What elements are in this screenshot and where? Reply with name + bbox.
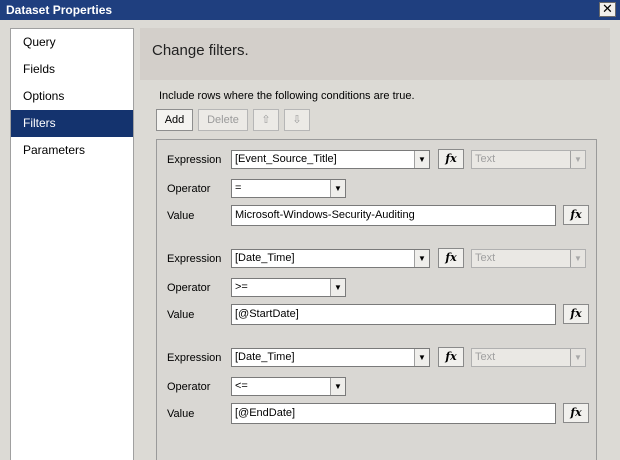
operator-label: Operator: [167, 282, 211, 294]
value-text: Microsoft-Windows-Security-Auditing: [235, 209, 415, 221]
filter-row-1: Expression [Event_Source_Title] ▼ fx Tex…: [157, 149, 598, 240]
chevron-down-icon: ▼: [570, 349, 585, 366]
type-dropdown[interactable]: Text ▼: [471, 249, 586, 268]
filter-row-3: Expression [Date_Time] ▼ fx Text ▼ Opera…: [157, 347, 598, 438]
expression-dropdown[interactable]: [Event_Source_Title] ▼: [231, 150, 430, 169]
delete-button[interactable]: Delete: [198, 109, 248, 131]
arrow-up-icon: ⇧: [261, 114, 271, 126]
chevron-down-icon: ▼: [414, 151, 429, 168]
expression-value: [Date_Time]: [235, 252, 295, 264]
value-text: [@EndDate]: [235, 407, 296, 419]
move-down-button[interactable]: ⇩: [284, 109, 310, 131]
expression-fx-button[interactable]: fx: [438, 347, 464, 367]
value-text: [@StartDate]: [235, 308, 299, 320]
title-bar: Dataset Properties ✕: [0, 0, 620, 20]
chevron-down-icon: ▼: [330, 279, 345, 296]
sidebar-item-options[interactable]: Options: [11, 83, 133, 110]
operator-label: Operator: [167, 381, 211, 393]
filter-list-panel: Expression [Event_Source_Title] ▼ fx Tex…: [156, 139, 597, 460]
chevron-down-icon: ▼: [414, 250, 429, 267]
close-icon: ✕: [602, 1, 613, 16]
chevron-down-icon: ▼: [570, 250, 585, 267]
type-value: Text: [475, 252, 496, 264]
operator-label: Operator: [167, 183, 211, 195]
sidebar-item-query[interactable]: Query: [11, 29, 133, 56]
expression-value: [Event_Source_Title]: [235, 153, 337, 165]
value-input[interactable]: Microsoft-Windows-Security-Auditing: [231, 205, 556, 226]
sidebar-item-label: Parameters: [23, 143, 86, 157]
expression-fx-button[interactable]: fx: [438, 248, 464, 268]
expression-label: Expression: [167, 154, 222, 166]
value-fx-button[interactable]: fx: [563, 205, 589, 225]
value-input[interactable]: [@EndDate]: [231, 403, 556, 424]
sidebar-item-label: Filters: [23, 116, 56, 130]
sidebar-item-label: Fields: [23, 62, 56, 76]
operator-dropdown[interactable]: >= ▼: [231, 278, 346, 297]
fx-icon: fx: [445, 251, 457, 264]
expression-dropdown[interactable]: [Date_Time] ▼: [231, 249, 430, 268]
fx-icon: fx: [445, 350, 457, 363]
sidebar-item-parameters[interactable]: Parameters: [11, 137, 133, 164]
close-button[interactable]: ✕: [599, 2, 616, 17]
sidebar: Query Fields Options Filters Parameters: [10, 28, 134, 460]
type-value: Text: [475, 351, 496, 363]
arrow-down-icon: ⇩: [292, 114, 302, 126]
expression-label: Expression: [167, 352, 222, 364]
chevron-down-icon: ▼: [414, 349, 429, 366]
sidebar-item-label: Query: [23, 35, 56, 49]
expression-dropdown[interactable]: [Date_Time] ▼: [231, 348, 430, 367]
sidebar-item-fields[interactable]: Fields: [11, 56, 133, 83]
value-fx-button[interactable]: fx: [563, 304, 589, 324]
operator-value: =: [235, 182, 242, 194]
fx-icon: fx: [445, 152, 457, 165]
sidebar-item-filters[interactable]: Filters: [11, 110, 133, 137]
fx-icon: fx: [570, 208, 582, 221]
page-header: Change filters.: [140, 28, 610, 80]
chevron-down-icon: ▼: [570, 151, 585, 168]
type-dropdown[interactable]: Text ▼: [471, 150, 586, 169]
sidebar-item-label: Options: [23, 89, 65, 103]
filter-row-2: Expression [Date_Time] ▼ fx Text ▼ Opera…: [157, 248, 598, 339]
expression-label: Expression: [167, 253, 222, 265]
operator-dropdown[interactable]: = ▼: [231, 179, 346, 198]
expression-value: [Date_Time]: [235, 351, 295, 363]
value-input[interactable]: [@StartDate]: [231, 304, 556, 325]
type-dropdown[interactable]: Text ▼: [471, 348, 586, 367]
move-up-button[interactable]: ⇧: [253, 109, 279, 131]
chevron-down-icon: ▼: [330, 180, 345, 197]
value-label: Value: [167, 309, 195, 321]
value-label: Value: [167, 210, 195, 222]
add-button[interactable]: Add: [156, 109, 193, 131]
operator-value: <=: [235, 380, 248, 392]
fx-icon: fx: [570, 406, 582, 419]
operator-value: >=: [235, 281, 248, 293]
page-title: Change filters.: [152, 42, 249, 59]
instruction-text: Include rows where the following conditi…: [159, 90, 415, 102]
expression-fx-button[interactable]: fx: [438, 149, 464, 169]
type-value: Text: [475, 153, 496, 165]
chevron-down-icon: ▼: [330, 378, 345, 395]
window-title: Dataset Properties: [6, 3, 113, 17]
operator-dropdown[interactable]: <= ▼: [231, 377, 346, 396]
value-fx-button[interactable]: fx: [563, 403, 589, 423]
fx-icon: fx: [570, 307, 582, 320]
value-label: Value: [167, 408, 195, 420]
